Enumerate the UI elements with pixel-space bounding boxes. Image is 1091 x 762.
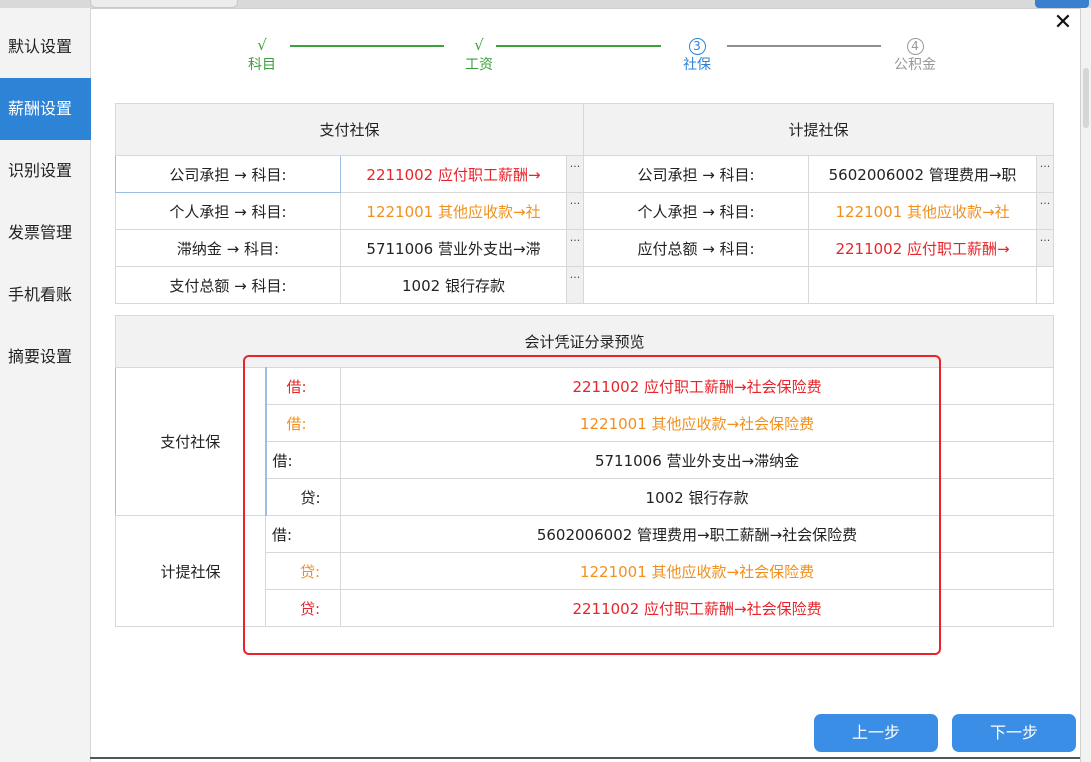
- step-social-insurance[interactable]: 3 社保: [667, 36, 727, 74]
- close-icon[interactable]: ✕: [1052, 12, 1074, 34]
- entry-direction: 借:: [265, 367, 341, 405]
- pay-personal-subject[interactable]: 1221001 其他应收款→社: [340, 192, 567, 230]
- pay-company-subject[interactable]: 2211002 应付职工薪酬→: [340, 155, 567, 193]
- pay-social-header: 支付社保: [114, 103, 585, 156]
- sidebar-item-salary-settings[interactable]: 薪酬设置: [0, 78, 91, 140]
- entry-account: 5711006 营业外支出→滞纳金: [339, 441, 1055, 479]
- more-icon[interactable]: ···: [1036, 155, 1055, 193]
- entry-direction: 贷:: [265, 552, 341, 590]
- more-icon[interactable]: ···: [565, 192, 585, 230]
- preview-group-accrue: 计提社保: [115, 515, 266, 627]
- step-subject[interactable]: √ 科目: [232, 36, 292, 74]
- empty-cell: [1036, 266, 1055, 304]
- entry-account: 5602006002 管理费用→职工薪酬→社会保险费: [339, 515, 1055, 553]
- check-icon: √: [257, 36, 267, 54]
- step-number-icon: 4: [906, 38, 924, 55]
- pay-personal-label: 个人承担 → 科目:: [115, 192, 341, 230]
- entry-account: 2211002 应付职工薪酬→社会保险费: [339, 589, 1055, 627]
- subject-mapping-table: 支付社保 计提社保 公司承担 → 科目: 2211002 应付职工薪酬→ ···…: [114, 103, 1055, 304]
- step-housing-fund[interactable]: 4 公积金: [885, 36, 945, 74]
- background-corner-button: [1035, 0, 1089, 8]
- voucher-preview-header: 会计凭证分录预览: [114, 315, 1055, 368]
- step-label: 社保: [683, 57, 711, 73]
- step-number-icon: 3: [688, 38, 706, 55]
- preview-group-pay: 支付社保: [115, 367, 267, 516]
- next-step-button[interactable]: 下一步: [952, 714, 1076, 752]
- accrue-total-label: 应付总额 → 科目:: [583, 229, 810, 267]
- pay-total-label: 支付总额 → 科目:: [115, 266, 341, 304]
- sidebar-item-recognition-settings[interactable]: 识别设置: [0, 140, 91, 202]
- sidebar: 默认设置 薪酬设置 识别设置 发票管理 手机看账 摘要设置: [0, 8, 91, 762]
- entry-account: 1221001 其他应收款→社会保险费: [339, 552, 1055, 590]
- entry-direction: 借:: [265, 404, 341, 442]
- pay-late-fee-label: 滞纳金 → 科目:: [115, 229, 341, 267]
- entry-direction: 借:: [265, 515, 341, 553]
- entry-account: 1221001 其他应收款→社会保险费: [339, 404, 1055, 442]
- accrue-personal-subject[interactable]: 1221001 其他应收款→社: [808, 192, 1038, 230]
- pay-late-fee-subject[interactable]: 5711006 营业外支出→滞: [340, 229, 567, 267]
- accrue-social-header: 计提社保: [583, 103, 1055, 156]
- step-connector: [290, 45, 444, 47]
- entry-direction: 贷:: [265, 589, 341, 627]
- scrollbar-thumb[interactable]: [1083, 68, 1089, 128]
- step-connector: [727, 45, 881, 47]
- dialog-bottom-border: [90, 757, 1080, 759]
- sidebar-item-mobile-ledger[interactable]: 手机看账: [0, 264, 91, 326]
- prev-step-button[interactable]: 上一步: [814, 714, 938, 752]
- empty-cell: [808, 266, 1038, 304]
- more-icon[interactable]: ···: [565, 266, 585, 304]
- step-label: 工资: [465, 57, 493, 73]
- background-tab-edge: [90, 0, 238, 8]
- empty-cell: [583, 266, 810, 304]
- more-icon[interactable]: ···: [1036, 229, 1055, 267]
- pay-total-subject[interactable]: 1002 银行存款: [340, 266, 567, 304]
- entry-account: 1002 银行存款: [339, 478, 1055, 516]
- sidebar-item-invoice-management[interactable]: 发票管理: [0, 202, 91, 264]
- more-icon[interactable]: ···: [565, 155, 585, 193]
- sidebar-item-summary-settings[interactable]: 摘要设置: [0, 326, 91, 388]
- more-icon[interactable]: ···: [565, 229, 585, 267]
- step-label: 科目: [248, 57, 276, 73]
- voucher-preview-table: 会计凭证分录预览 支付社保 借: 2211002 应付职工薪酬→社会保险费 借:…: [114, 315, 1055, 627]
- entry-direction: 借:: [265, 441, 341, 479]
- step-wages[interactable]: √ 工资: [449, 36, 509, 74]
- accrue-company-label: 公司承担 → 科目:: [583, 155, 810, 193]
- window-top-strip: [0, 0, 1091, 8]
- accrue-company-subject[interactable]: 5602006002 管理费用→职: [808, 155, 1038, 193]
- right-scrollbar[interactable]: [1080, 8, 1091, 762]
- accrue-total-subject[interactable]: 2211002 应付职工薪酬→: [808, 229, 1038, 267]
- entry-direction: 贷:: [265, 478, 341, 516]
- sidebar-item-default-settings[interactable]: 默认设置: [0, 16, 91, 78]
- step-label: 公积金: [894, 57, 936, 73]
- entry-account: 2211002 应付职工薪酬→社会保险费: [339, 367, 1055, 405]
- accrue-personal-label: 个人承担 → 科目:: [583, 192, 810, 230]
- step-connector: [496, 45, 661, 47]
- more-icon[interactable]: ···: [1036, 192, 1055, 230]
- pay-company-label: 公司承担 → 科目:: [115, 155, 341, 193]
